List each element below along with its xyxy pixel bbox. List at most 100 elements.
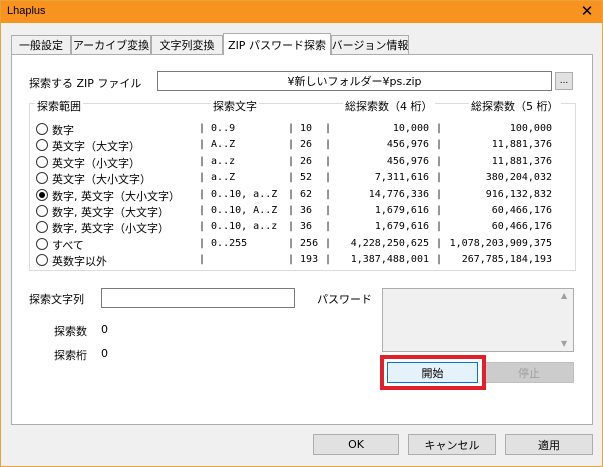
apply-button[interactable]: 適用 [505,434,593,455]
radio-button[interactable] [36,188,48,201]
window-title: Lhaplus [7,5,46,17]
column-separator: | [436,205,443,216]
radio-button[interactable] [36,221,48,234]
search-string-field[interactable] [101,288,295,308]
range-option-label: 英文字（小文字） [52,156,140,170]
range-option-label: 数字, 英文字（大小文字） [52,189,180,203]
range-option-row[interactable]: 英文字（大小文字） | a..Z | 52 | 7,311,616 | 380,204,03… [36,170,556,186]
column-separator: | [436,237,443,249]
range-option-row[interactable]: すべて | 0..255 | 256 | 4,228,250,625 | 1,078,203… [36,236,556,252]
scroll-down-icon[interactable]: ▼ [561,339,567,348]
password-label: パスワード [317,293,372,306]
column-separator: | [436,221,443,233]
chars-header: 探索文字 [211,98,259,114]
tab-version-info[interactable]: バージョン情報 [331,35,409,54]
password-scrollbar[interactable]: ▲ ▼ [558,289,573,351]
column-separator: | [436,254,443,266]
tab-general[interactable]: 一般設定 [11,35,71,54]
range-chars: | a..z [199,155,236,167]
total-4-digits: 4,228,250,625 [350,237,429,249]
range-chars: | 0..10, a..z [199,221,278,233]
tab-archive-convert[interactable]: アーカイブ変換 [71,35,151,54]
range-header: 探索範囲 [35,98,83,114]
radio-button[interactable] [36,155,48,168]
range-char-count: | 193 [288,254,319,266]
range-option-label: 英文字（大小文字） [52,173,151,187]
range-char-count: | 62 [288,188,313,200]
range-chars: | [199,254,206,266]
column-separator: | [325,123,332,134]
scroll-up-icon[interactable]: ▲ [561,291,567,300]
stop-button[interactable]: 停止 [484,362,574,383]
range-option-row[interactable]: 数字, 英文字（小文字） | 0..10, a..z | 36 | 1,679,616 |… [36,219,556,235]
total-4-digits: 10,000 [392,123,429,134]
range-char-count: | 26 [288,139,313,151]
range-option-row[interactable]: 数字, 英文字（大小文字） | 0..10, a..Z | 62 | 14,776,33… [36,187,556,203]
close-icon[interactable]: ✕ [578,2,596,20]
range-option-row[interactable]: 英文字（大文字） | A..Z | 26 | 456,976 | 11,881,376 [36,137,556,153]
total-4-digits: 14,776,336 [368,188,429,200]
column-separator: | [436,188,443,200]
range-char-count: | 26 [288,155,313,167]
radio-button[interactable] [36,254,48,267]
tab-string-convert[interactable]: 文字列変換 [151,35,223,54]
range-char-count: | 10 [288,123,313,134]
column-separator: | [436,155,443,167]
range-option-label: 数字 [52,124,74,137]
range-chars: | 0..10, A..Z [199,205,278,216]
range-option-row[interactable]: 数字 | 0..9 | 10 | 10,000 | 100,000 [36,121,556,137]
radio-button[interactable] [36,123,48,135]
radio-button[interactable] [36,237,48,250]
total-5-digits: 267,785,184,193 [461,254,552,266]
range-option-label: すべて [52,238,84,252]
zip-file-field[interactable]: ¥新しいフォルダー¥ps.zip [157,71,552,91]
range-chars: | a..Z [199,172,236,184]
range-option-label: 数字, 英文字（大文字） [52,206,169,219]
column-separator: | [325,188,332,200]
range-option-label: 英文字（大文字） [52,140,140,154]
total4-header: 総探索数（4 桁） [343,98,435,114]
column-separator: | [325,237,332,249]
total-5-digits: 380,204,032 [485,172,552,184]
range-option-label: 英数字以外 [52,255,107,269]
start-button-highlight [380,355,486,390]
range-option-label: 数字, 英文字（小文字） [52,222,169,236]
ok-button[interactable]: OK [313,434,399,455]
total-5-digits: 60,466,176 [491,205,552,216]
total-5-digits: 11,881,376 [491,139,552,151]
cancel-button[interactable]: キャンセル [408,434,496,455]
radio-button[interactable] [36,139,48,152]
total-4-digits: 1,387,488,001 [350,254,429,266]
column-separator: | [325,205,332,216]
radio-button[interactable] [36,172,48,185]
total-4-digits: 1,679,616 [374,221,429,233]
tab-zip-password-search[interactable]: ZIP パスワード探索 [223,33,331,55]
total-5-digits: 100,000 [509,123,552,134]
title-bar: Lhaplus ✕ [1,1,602,23]
total-5-digits: 916,132,832 [485,188,552,200]
search-string-label: 探索文字列 [29,293,84,306]
column-separator: | [325,221,332,233]
total5-header: 総探索数（5 桁） [469,98,561,114]
file-label: 探索する ZIP ファイル [29,77,142,90]
range-option-row[interactable]: 英文字（小文字） | a..z | 26 | 456,976 | 11,881,376 [36,154,556,170]
column-separator: | [325,155,332,167]
radio-button[interactable] [36,205,48,217]
range-char-count: | 256 [288,237,319,249]
column-separator: | [436,172,443,184]
range-option-row[interactable]: 英数字以外 | | 193 | 1,387,488,001 | 267,785,184,19… [36,252,556,268]
column-separator: | [436,123,443,134]
range-option-row[interactable]: 数字, 英文字（大文字） | 0..10, A..Z | 36 | 1,679,616 |… [36,203,556,219]
search-count-value: 0 [101,323,108,336]
search-digits-value: 0 [101,347,108,360]
total-4-digits: 456,976 [386,139,429,151]
browse-button[interactable]: ... [555,72,573,90]
range-char-count: | 52 [288,172,313,184]
range-char-count: | 36 [288,221,313,233]
column-separator: | [325,139,332,151]
column-separator: | [436,139,443,151]
range-chars: | A..Z [199,139,236,151]
password-output[interactable]: ▲ ▼ [382,288,574,352]
total-5-digits: 1,078,203,909,375 [449,237,552,249]
range-char-count: | 36 [288,205,313,216]
